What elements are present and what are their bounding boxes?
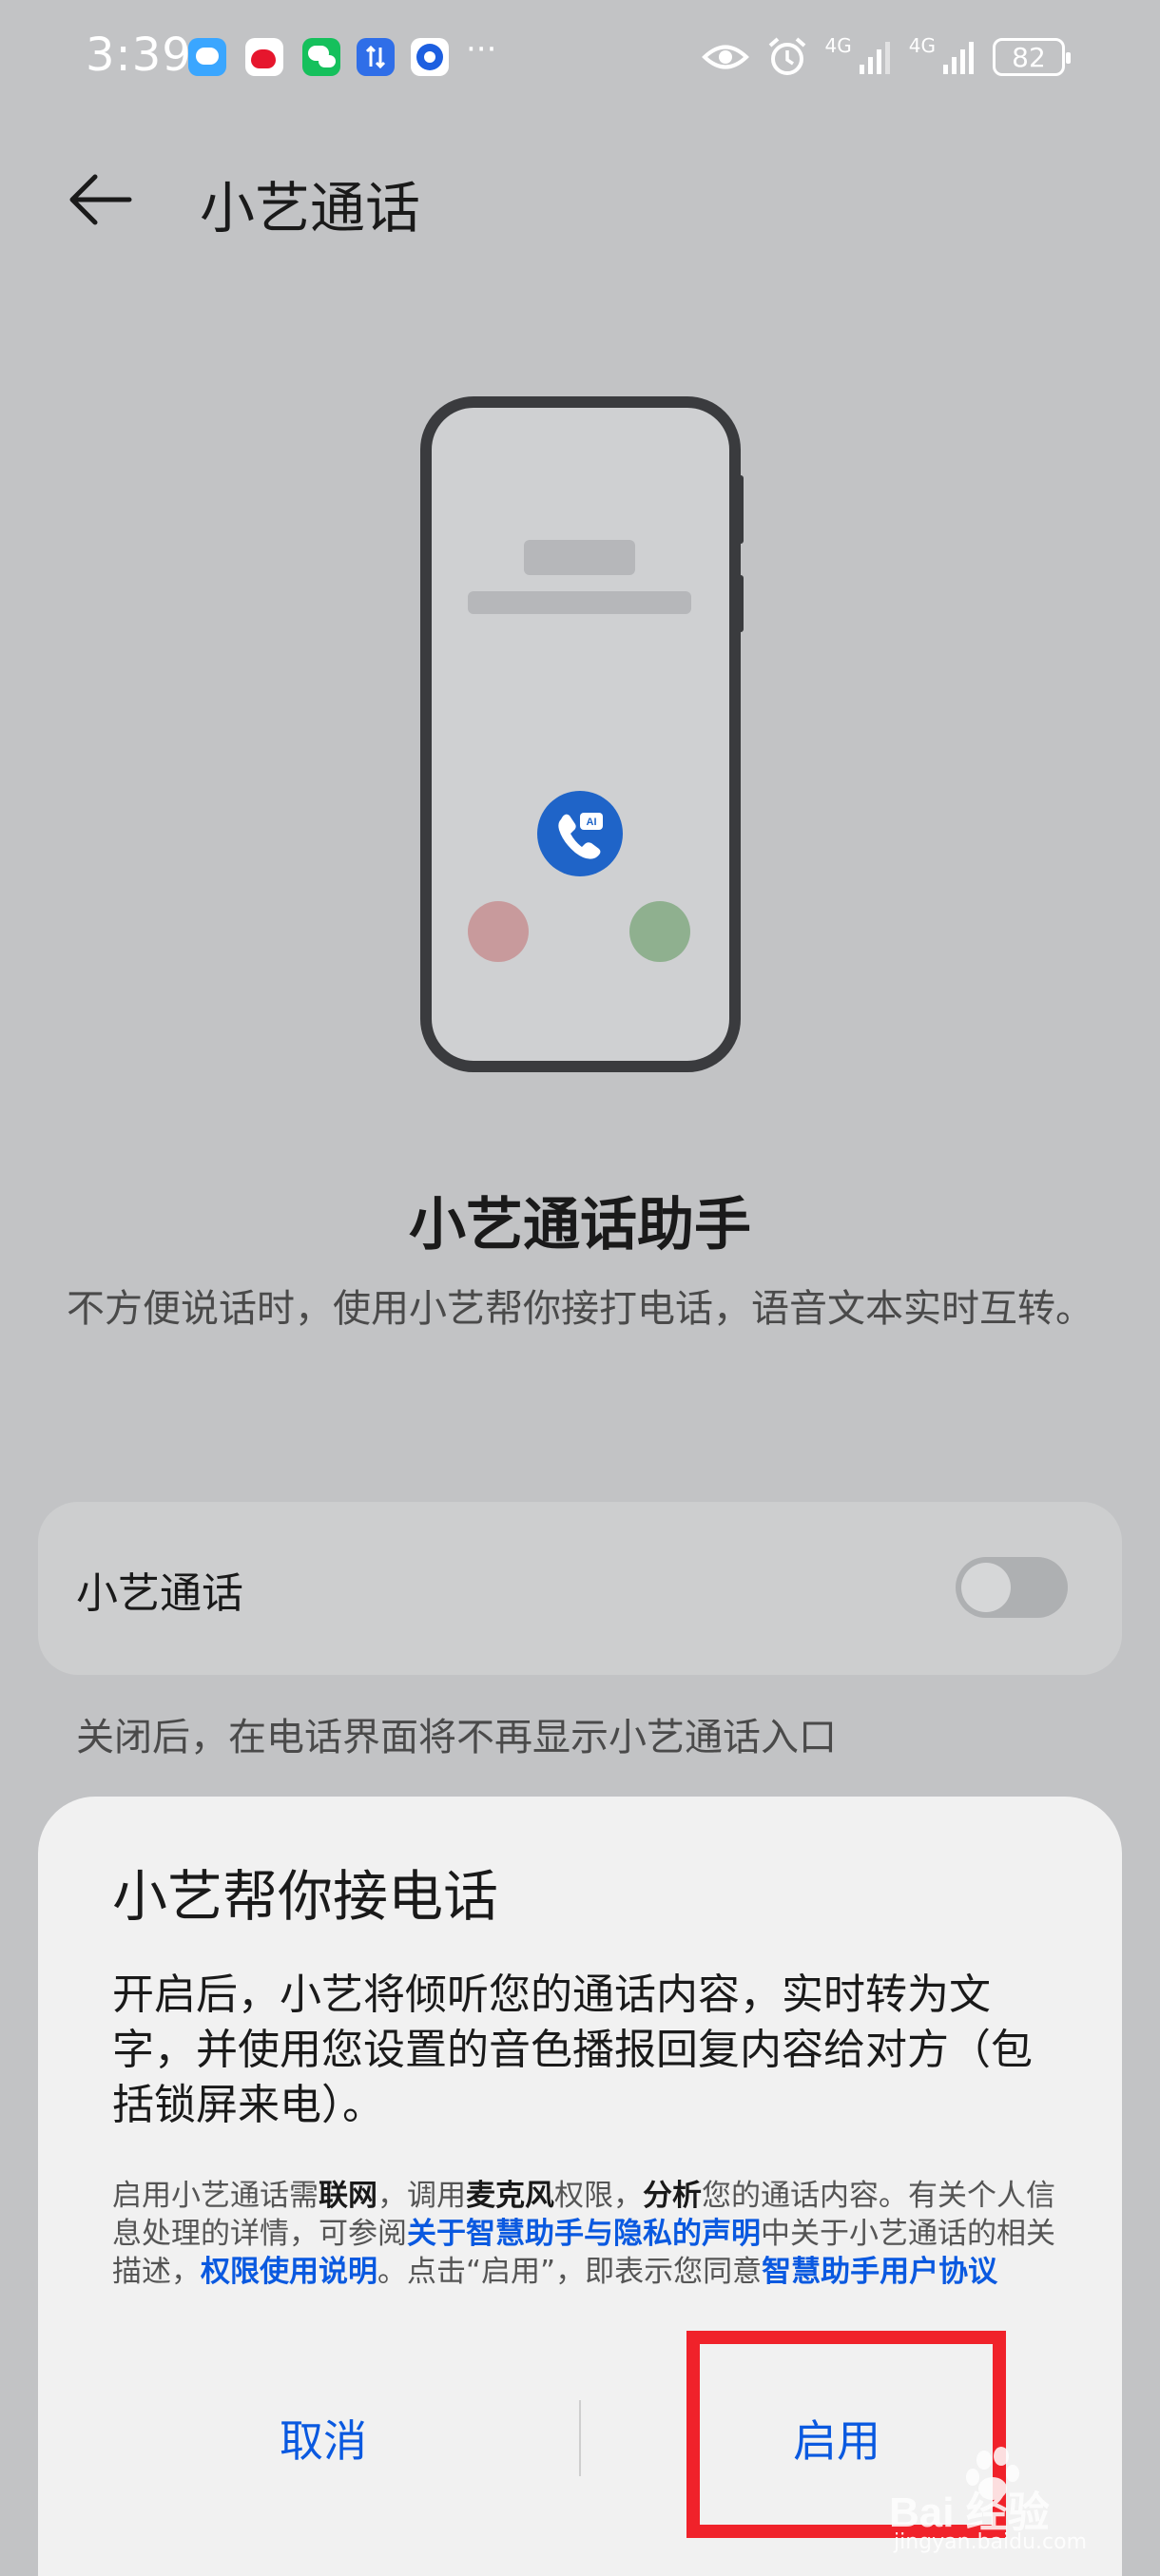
eye-icon [701,45,749,69]
feature-description: 不方便说话时，使用小艺帮你接打电话，语音文本实时互转。 [67,1287,1093,1331]
phone-call-illustration: AI [420,396,744,1072]
toggle-knob [961,1563,1011,1612]
messages-icon [188,38,226,76]
signal-icon [859,42,890,74]
arrow-left-icon [69,174,132,225]
svg-text:Bai 经验: Bai 经验 [889,2489,1050,2536]
caller-number-placeholder [468,591,691,614]
permission-usage-link[interactable]: 权限使用说明 [201,2255,377,2289]
data-transfer-icon [357,38,395,76]
alarm-icon [768,37,805,75]
browser-icon [411,38,449,76]
dialog-fine-print: 启用小艺通话需联网，调用麦克风权限，分析您的通话内容。有关个人信息处理的详情，可… [112,2179,1055,2289]
accept-call-icon [629,901,690,962]
feature-title: 小艺通话助手 [409,1192,751,1259]
ai-call-icon [537,791,623,876]
battery-icon: 82 [993,38,1071,76]
dialog-body: 开启后，小艺将倾听您的通话内容，实时转为文字，并使用您设置的音色播报回复内容给对… [112,1970,1033,2129]
xiaoyi-call-toggle[interactable] [956,1557,1068,1618]
dialog-title: 小艺帮你接电话 [112,1864,499,1929]
status-time: 3:39 [86,29,192,82]
back-button[interactable] [67,162,152,238]
cancel-button[interactable]: 取消 [95,2367,551,2509]
svg-text:AI: AI [587,817,597,828]
wechat-icon [302,38,340,76]
more-notifications-icon: ··· [466,30,497,68]
signal-icon [943,42,974,74]
user-agreement-link[interactable]: 智慧助手用户协议 [762,2255,997,2289]
status-bar: 3:39 ··· 4G 4G 82 [0,0,1160,114]
button-divider [579,2400,581,2476]
caller-name-placeholder [524,540,635,575]
decline-call-icon [468,901,529,962]
watermark-url: jingyan.baidu.com [894,2530,1088,2554]
toggle-label: 小艺通话 [76,1569,243,1618]
network-type-2: 4G [908,34,936,57]
page-title: 小艺通话 [200,176,421,240]
status-right-group: 4G 4G 82 [701,30,1071,84]
toggle-note: 关闭后，在电话界面将不再显示小艺通话入口 [76,1716,837,1759]
privacy-statement-link[interactable]: 关于智慧助手与隐私的声明 [407,2217,761,2251]
xiaoyi-call-setting-card: 小艺通话 [38,1502,1122,1675]
network-type-1: 4G [824,34,852,57]
weibo-icon [245,38,283,76]
